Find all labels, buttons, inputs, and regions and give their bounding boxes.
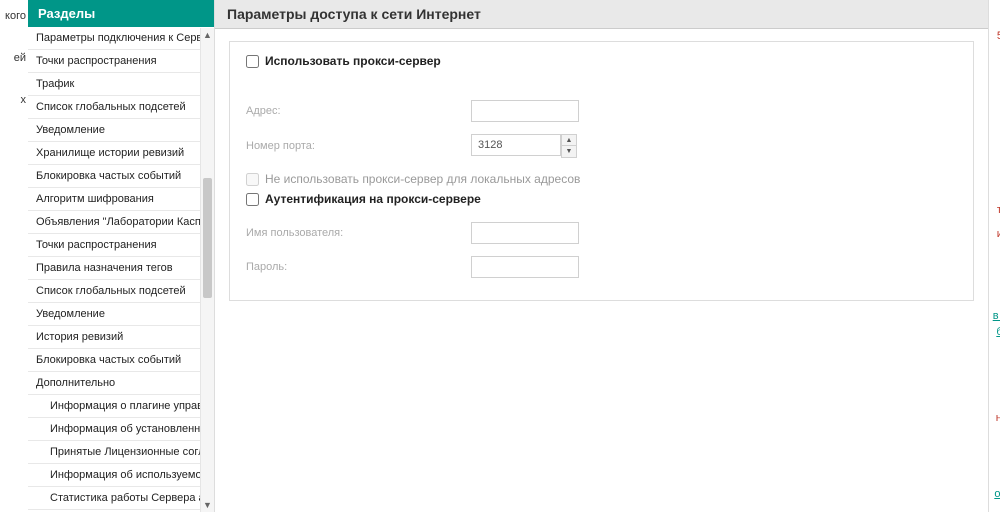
cutoff-link[interactable]: в К: [993, 310, 1000, 322]
address-label: Адрес:: [246, 105, 471, 117]
scrollbar-thumb[interactable]: [203, 178, 212, 298]
bypass-local-row: Не использовать прокси-сервер для локаль…: [246, 172, 957, 186]
sidebar-subitem[interactable]: Статистика работы Сервера админи: [28, 487, 214, 510]
sidebar-item[interactable]: Уведомление: [28, 303, 214, 326]
proxy-auth-row: Аутентификация на прокси-сервере: [246, 192, 957, 206]
proxy-auth-checkbox[interactable]: [246, 193, 259, 206]
use-proxy-label: Использовать прокси-сервер: [265, 54, 441, 68]
port-step-up-icon[interactable]: ▲: [562, 135, 576, 146]
page-title: Параметры доступа к сети Интернет: [215, 0, 988, 29]
port-step-down-icon[interactable]: ▼: [562, 146, 576, 157]
sidebar-subitem[interactable]: Информация об установленных плаги: [28, 418, 214, 441]
proxy-settings-box: Использовать прокси-сервер Адрес: Номер …: [229, 41, 974, 301]
cutoff-text: ни: [996, 412, 1000, 424]
sidebar-item[interactable]: Точки распространения: [28, 50, 214, 73]
sidebar-item[interactable]: Дополнительно: [28, 372, 214, 395]
sidebar-header: Разделы: [28, 0, 214, 27]
sidebar-item[interactable]: Список глобальных подсетей: [28, 280, 214, 303]
port-spinner: ▲ ▼: [561, 134, 577, 158]
cutoff-text: ей: [0, 48, 28, 68]
username-label: Имя пользователя:: [246, 227, 471, 239]
scroll-down-icon[interactable]: ▼: [201, 498, 214, 512]
username-input[interactable]: [471, 222, 579, 244]
use-proxy-checkbox[interactable]: [246, 55, 259, 68]
sections-sidebar: Разделы Параметры подключения к Серверу …: [28, 0, 215, 512]
sidebar-item[interactable]: Хранилище истории ревизий: [28, 142, 214, 165]
port-label: Номер порта:: [246, 140, 471, 152]
password-label: Пароль:: [246, 261, 471, 273]
main-panel: Параметры доступа к сети Интернет Исполь…: [215, 0, 988, 512]
sidebar-subitem[interactable]: Информация о плагине управления С: [28, 395, 214, 418]
sidebar-item[interactable]: Правила назначения тегов: [28, 257, 214, 280]
sidebar-item[interactable]: Трафик: [28, 73, 214, 96]
cutoff-link[interactable]: бс: [996, 326, 1000, 338]
sidebar-subitem[interactable]: Принятые Лицензионные соглашени: [28, 441, 214, 464]
sidebar-item[interactable]: Блокировка частых событий: [28, 165, 214, 188]
port-row: Номер порта: ▲ ▼: [246, 134, 957, 158]
password-input[interactable]: [471, 256, 579, 278]
proxy-auth-label: Аутентификация на прокси-сервере: [265, 192, 481, 206]
sidebar-item[interactable]: Точки распространения: [28, 234, 214, 257]
use-proxy-row: Использовать прокси-сервер: [246, 54, 957, 68]
cutoff-text: х: [0, 90, 28, 110]
sidebar-item[interactable]: Параметры подключения к Серверу адм: [28, 27, 214, 50]
sidebar-item-list: Параметры подключения к Серверу адмТочки…: [28, 27, 214, 512]
sidebar-item[interactable]: Объявления "Лаборатории Касперского": [28, 211, 214, 234]
sidebar-subitem[interactable]: Информация об используемой базе д: [28, 464, 214, 487]
port-input[interactable]: [471, 134, 561, 156]
sidebar-item[interactable]: Уведомление: [28, 119, 214, 142]
right-cutoff-panel: 5. тр и. в К бс ни ом: [988, 0, 1000, 512]
cutoff-link[interactable]: ом: [994, 488, 1000, 500]
cutoff-text: кого: [0, 6, 28, 26]
bypass-local-checkbox[interactable]: [246, 173, 259, 186]
sidebar-scrollbar[interactable]: ▲ ▼: [200, 28, 214, 512]
left-cutoff-panel: кого ей х: [0, 0, 28, 512]
scroll-up-icon[interactable]: ▲: [201, 28, 214, 42]
sidebar-item[interactable]: Алгоритм шифрования: [28, 188, 214, 211]
sidebar-item[interactable]: Список глобальных подсетей: [28, 96, 214, 119]
sidebar-item[interactable]: История ревизий: [28, 326, 214, 349]
bypass-local-label: Не использовать прокси-сервер для локаль…: [265, 172, 580, 186]
address-row: Адрес:: [246, 100, 957, 122]
username-row: Имя пользователя:: [246, 222, 957, 244]
address-input[interactable]: [471, 100, 579, 122]
sidebar-item[interactable]: Блокировка частых событий: [28, 349, 214, 372]
password-row: Пароль:: [246, 256, 957, 278]
